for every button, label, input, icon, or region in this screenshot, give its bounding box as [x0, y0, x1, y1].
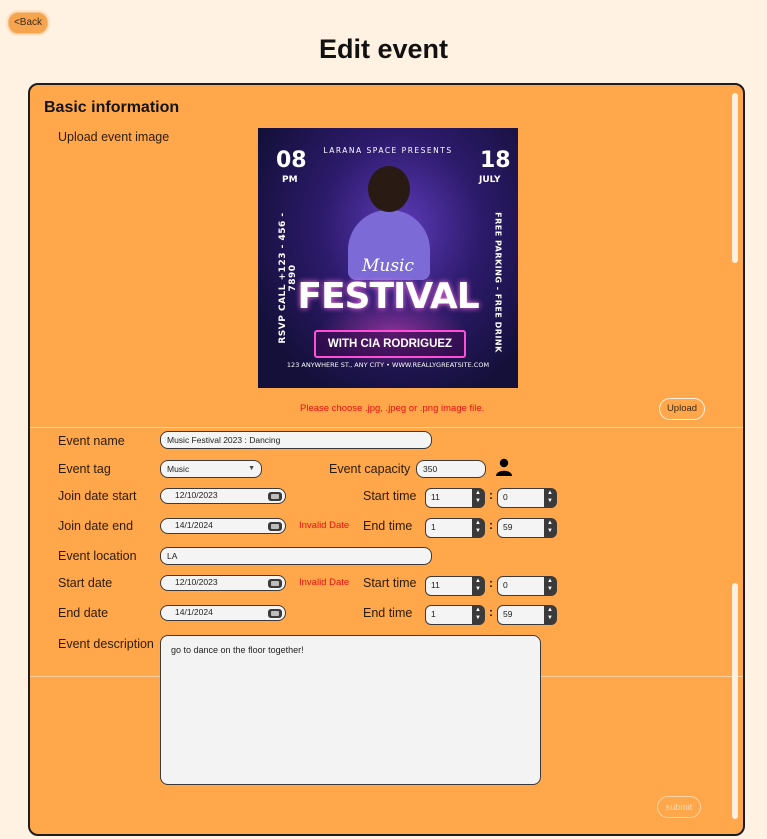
end-date-value: 14/1/2024 — [175, 607, 213, 617]
start-minute-value: 0 — [503, 580, 508, 590]
scrollbar-thumb[interactable] — [732, 93, 738, 263]
event-location-input[interactable]: LA — [160, 547, 432, 565]
end-time-label: End time — [363, 606, 413, 620]
event-location-label: Event location — [58, 549, 137, 563]
divider — [541, 676, 743, 677]
end-hour-input[interactable]: 1 ▲ ▼ — [425, 605, 485, 625]
scrollbar-thumb[interactable] — [732, 583, 738, 819]
join-date-start-input[interactable]: 12/10/2023 — [160, 488, 286, 504]
calendar-icon — [268, 522, 282, 531]
event-capacity-label: Event capacity — [329, 462, 411, 476]
poster-with: WITH CIA RODRIGUEZ — [314, 330, 466, 358]
spinner-arrows-icon[interactable]: ▲ ▼ — [544, 577, 556, 595]
join-start-time-label: Start time — [363, 489, 417, 503]
start-minute-input[interactable]: 0 ▲ ▼ — [497, 576, 557, 596]
chevron-down-icon: ▼ — [248, 465, 255, 472]
section-title: Basic information — [44, 99, 180, 116]
event-tag-label: Event tag — [58, 462, 111, 476]
poster-person-head — [368, 166, 410, 212]
poster-address: 123 ANYWHERE ST., ANY CITY • WWW.REALLYG… — [286, 361, 490, 369]
poster-month: JULY — [479, 175, 501, 185]
submit-button[interactable]: submit — [657, 796, 701, 818]
time-separator: : — [489, 605, 493, 619]
join-start-hour-value: 11 — [431, 492, 440, 502]
calendar-icon — [268, 579, 282, 588]
event-tag-select[interactable]: Music ▼ — [160, 460, 262, 478]
spinner-arrows-icon[interactable]: ▲ ▼ — [472, 489, 484, 507]
edit-event-panel: Basic information Upload event image LAR… — [28, 83, 745, 836]
join-date-end-input[interactable]: 14/1/2024 — [160, 518, 286, 534]
poster-music: Music — [361, 256, 415, 276]
start-date-input[interactable]: 12/10/2023 — [160, 575, 286, 591]
join-start-hour-input[interactable]: 11 ▲ ▼ — [425, 488, 485, 508]
event-capacity-input[interactable]: 350 — [416, 460, 486, 478]
user-icon — [496, 458, 512, 476]
upload-button[interactable]: Upload — [659, 398, 705, 420]
back-button[interactable]: <Back — [8, 12, 48, 34]
join-date-start-value: 12/10/2023 — [175, 490, 218, 500]
divider — [30, 427, 743, 428]
event-description-label: Event description — [58, 637, 154, 651]
event-description-textarea[interactable]: go to dance on the floor together! — [160, 635, 541, 785]
start-date-value: 12/10/2023 — [175, 577, 218, 587]
time-separator: : — [489, 576, 493, 590]
event-tag-value: Music — [167, 464, 190, 474]
end-hour-value: 1 — [431, 609, 436, 619]
poster-day-right: 18 — [480, 148, 511, 173]
start-hour-input[interactable]: 11 ▲ ▼ — [425, 576, 485, 596]
join-end-minute-value: 59 — [503, 522, 513, 532]
start-date-error: Invalid Date — [299, 577, 350, 588]
spinner-arrows-icon[interactable]: ▲ ▼ — [472, 577, 484, 595]
join-date-start-label: Join date start — [58, 489, 137, 503]
poster-festival: FESTIVAL — [297, 276, 479, 317]
event-image: LARANA SPACE PRESENTS 08 PM 18 JULY RSVP… — [258, 128, 518, 388]
start-date-label: Start date — [58, 576, 113, 590]
start-time-label: Start time — [363, 576, 417, 590]
join-start-minute-value: 0 — [503, 492, 508, 502]
end-date-input[interactable]: 14/1/2024 — [160, 605, 286, 621]
join-date-end-label: Join date end — [58, 519, 134, 533]
spinner-arrows-icon[interactable]: ▲ ▼ — [544, 519, 556, 537]
upload-image-label: Upload event image — [58, 130, 170, 144]
join-start-minute-input[interactable]: 0 ▲ ▼ — [497, 488, 557, 508]
time-separator: : — [489, 488, 493, 502]
divider — [30, 676, 160, 677]
page-title: Edit event — [318, 34, 449, 64]
end-minute-value: 59 — [503, 609, 513, 619]
event-name-label: Event name — [58, 434, 125, 448]
join-end-hour-value: 1 — [431, 522, 436, 532]
end-date-label: End date — [58, 606, 109, 620]
time-separator: : — [489, 518, 493, 532]
spinner-arrows-icon[interactable]: ▲ ▼ — [544, 489, 556, 507]
join-date-end-value: 14/1/2024 — [175, 520, 213, 530]
calendar-icon — [268, 492, 282, 501]
poster-day-left: 08 — [276, 148, 307, 173]
spinner-arrows-icon[interactable]: ▲ ▼ — [472, 519, 484, 537]
start-hour-value: 11 — [431, 580, 440, 590]
spinner-arrows-icon[interactable]: ▲ ▼ — [544, 606, 556, 624]
image-error: Please choose .jpg, .jpeg or .png image … — [300, 403, 485, 414]
join-end-error: Invalid Date — [299, 520, 350, 531]
event-name-input[interactable]: Music Festival 2023 : Dancing — [160, 431, 432, 449]
calendar-icon — [268, 609, 282, 618]
spinner-arrows-icon[interactable]: ▲ ▼ — [472, 606, 484, 624]
join-end-time-label: End time — [363, 519, 413, 533]
poster-ampm: PM — [282, 175, 298, 185]
join-end-hour-input[interactable]: 1 ▲ ▼ — [425, 518, 485, 538]
end-minute-input[interactable]: 59 ▲ ▼ — [497, 605, 557, 625]
join-end-minute-input[interactable]: 59 ▲ ▼ — [497, 518, 557, 538]
